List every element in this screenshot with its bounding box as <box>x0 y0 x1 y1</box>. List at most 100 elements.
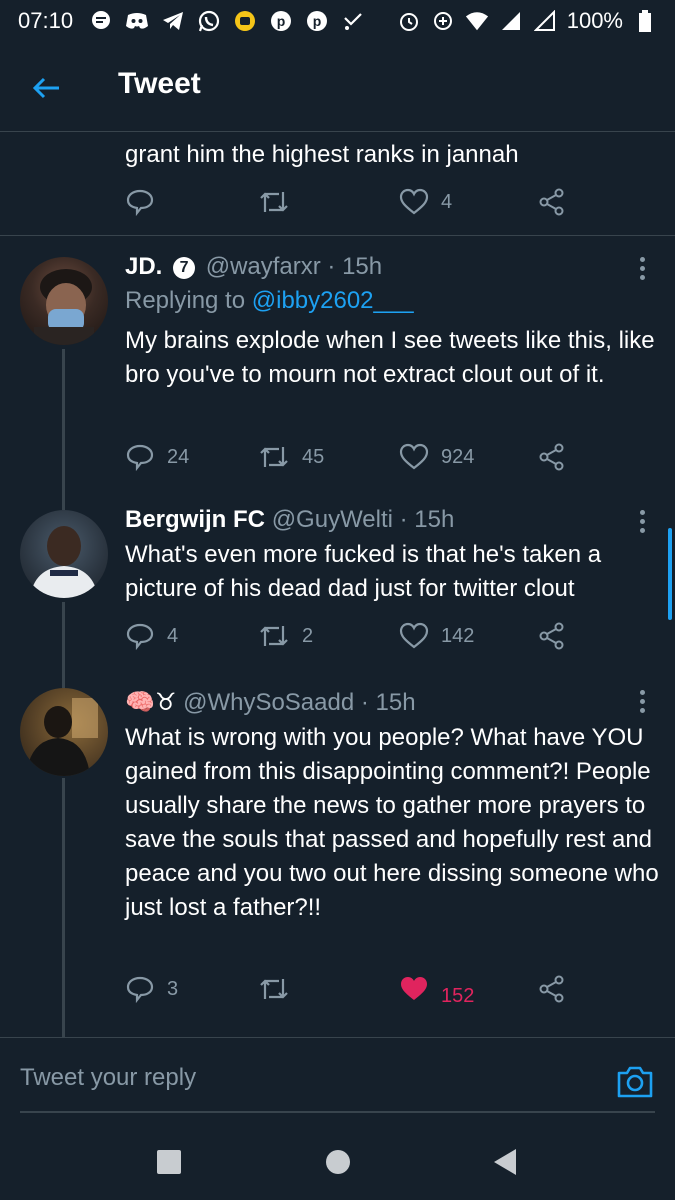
like-button[interactable]: 924 <box>399 439 474 475</box>
user-handle[interactable]: @GuyWelti <box>272 506 393 533</box>
thread-line <box>62 778 65 1037</box>
signal-icon <box>533 9 557 33</box>
alarm-icon <box>397 9 421 33</box>
reply-tweet[interactable]: JD. 7 @wayfarxr · 15h Replying to @ibby2… <box>0 237 675 490</box>
retweet-button[interactable] <box>258 971 290 1007</box>
reply-header: 🧠♉ @WhySoSaadd · 15h <box>125 688 416 717</box>
share-button[interactable] <box>538 971 566 1007</box>
like-button[interactable]: 142 <box>399 618 474 654</box>
avatar[interactable] <box>20 510 108 598</box>
heart-filled-icon <box>401 977 427 1000</box>
share-button[interactable] <box>538 184 566 220</box>
thread-line <box>62 602 65 670</box>
more-options-icon[interactable] <box>632 253 652 283</box>
share-icon <box>539 622 564 650</box>
reply-icon <box>126 444 154 471</box>
wifi-icon <box>465 9 489 33</box>
heart-outline-icon <box>399 188 429 215</box>
retweet-icon <box>260 192 288 212</box>
replying-to: Replying to @ibby2602___ <box>125 287 414 315</box>
reply-text: What is wrong with you people? What have… <box>125 724 659 921</box>
recents-icon[interactable] <box>154 1147 184 1177</box>
telegram-icon <box>161 9 185 33</box>
heart-outline-icon <box>399 443 429 470</box>
like-count: 924 <box>441 445 475 468</box>
like-button[interactable]: 4 <box>399 184 452 220</box>
back-arrow-icon[interactable] <box>28 70 64 106</box>
reply-icon <box>126 623 154 650</box>
user-handle[interactable]: @WhySoSaadd <box>183 689 354 716</box>
reply-count: 3 <box>167 977 179 1000</box>
display-name[interactable]: 🧠♉ <box>125 689 176 716</box>
app-icon <box>233 9 257 33</box>
reply-count: 24 <box>167 445 190 468</box>
page-title: Tweet <box>118 67 201 100</box>
replying-label: Replying to <box>125 287 246 314</box>
battery-percent: 100% <box>566 8 623 33</box>
thread-line <box>62 670 65 688</box>
retweet-button[interactable]: 2 <box>258 618 313 654</box>
timestamp: · 15h <box>327 253 383 280</box>
input-underline <box>20 1111 655 1113</box>
reply-text: My brains explode when I see tweets like… <box>125 327 655 388</box>
share-icon <box>539 188 564 216</box>
more-options-icon[interactable] <box>632 686 652 716</box>
partial-tweet[interactable]: grant him the highest ranks in jannah 4 <box>0 132 675 236</box>
thread-line <box>62 349 65 490</box>
avatar[interactable] <box>20 688 108 776</box>
battery-icon <box>633 9 657 33</box>
display-name[interactable]: JD. <box>125 253 162 280</box>
status-bar: 07:10 p p 100% <box>0 0 675 42</box>
replying-to-link[interactable]: @ibby2602___ <box>252 287 414 314</box>
user-handle[interactable]: @wayfarxr <box>206 253 321 280</box>
reply-button[interactable]: 24 <box>125 439 189 475</box>
top-app-bar: Tweet <box>0 42 675 132</box>
system-nav-bar <box>0 1123 675 1200</box>
reply-button[interactable]: 4 <box>125 618 178 654</box>
timestamp: · 15h <box>399 506 455 533</box>
display-name[interactable]: Bergwijn FC <box>125 506 265 533</box>
reply-header: JD. 7 @wayfarxr · 15h <box>125 253 382 281</box>
reply-composer: Tweet your reply <box>0 1037 675 1123</box>
status-time: 07:10 <box>18 8 74 33</box>
like-button[interactable]: 152 <box>399 971 474 1007</box>
heart-outline-icon <box>399 622 429 649</box>
retweet-icon <box>260 979 288 999</box>
message-bubble-icon <box>89 9 113 33</box>
like-count: 4 <box>441 190 453 213</box>
retweet-count: 45 <box>302 445 325 468</box>
timestamp: · 15h <box>360 689 416 716</box>
tweet-actions: 24 45 924 <box>125 439 645 475</box>
thread-line <box>62 490 65 510</box>
back-icon[interactable] <box>490 1147 520 1177</box>
more-options-icon[interactable] <box>632 506 652 536</box>
pinterest-icon: p <box>269 9 293 33</box>
reply-button[interactable] <box>125 184 155 220</box>
camera-icon[interactable] <box>615 1064 655 1100</box>
svg-text:p: p <box>277 13 286 29</box>
discord-icon <box>125 9 149 33</box>
pinterest-icon: p <box>305 9 329 33</box>
retweet-button[interactable]: 45 <box>258 439 324 475</box>
retweet-icon <box>260 447 288 467</box>
badge-number: 7 <box>179 259 189 276</box>
reply-input[interactable]: Tweet your reply <box>20 1064 196 1092</box>
data-saver-icon <box>431 9 455 33</box>
scrollbar[interactable] <box>668 528 672 620</box>
avatar[interactable] <box>20 257 108 345</box>
share-icon <box>539 443 564 471</box>
share-button[interactable] <box>538 439 566 475</box>
reply-icon <box>126 976 154 1003</box>
reply-button[interactable]: 3 <box>125 971 178 1007</box>
retweet-count: 2 <box>302 624 314 647</box>
reply-tweet[interactable]: Bergwijn FC @GuyWelti · 15h What's even … <box>0 490 675 670</box>
home-icon[interactable] <box>323 1147 353 1177</box>
retweet-button[interactable] <box>258 184 290 220</box>
missed-call-icon <box>341 9 365 33</box>
svg-text:p: p <box>313 13 322 29</box>
badge-icon: 7 <box>173 257 196 279</box>
reply-tweet[interactable]: 🧠♉ @WhySoSaadd · 15h What is wrong with … <box>0 670 675 1037</box>
reply-count: 4 <box>167 624 179 647</box>
like-count: 152 <box>441 984 475 1007</box>
share-button[interactable] <box>538 618 566 654</box>
